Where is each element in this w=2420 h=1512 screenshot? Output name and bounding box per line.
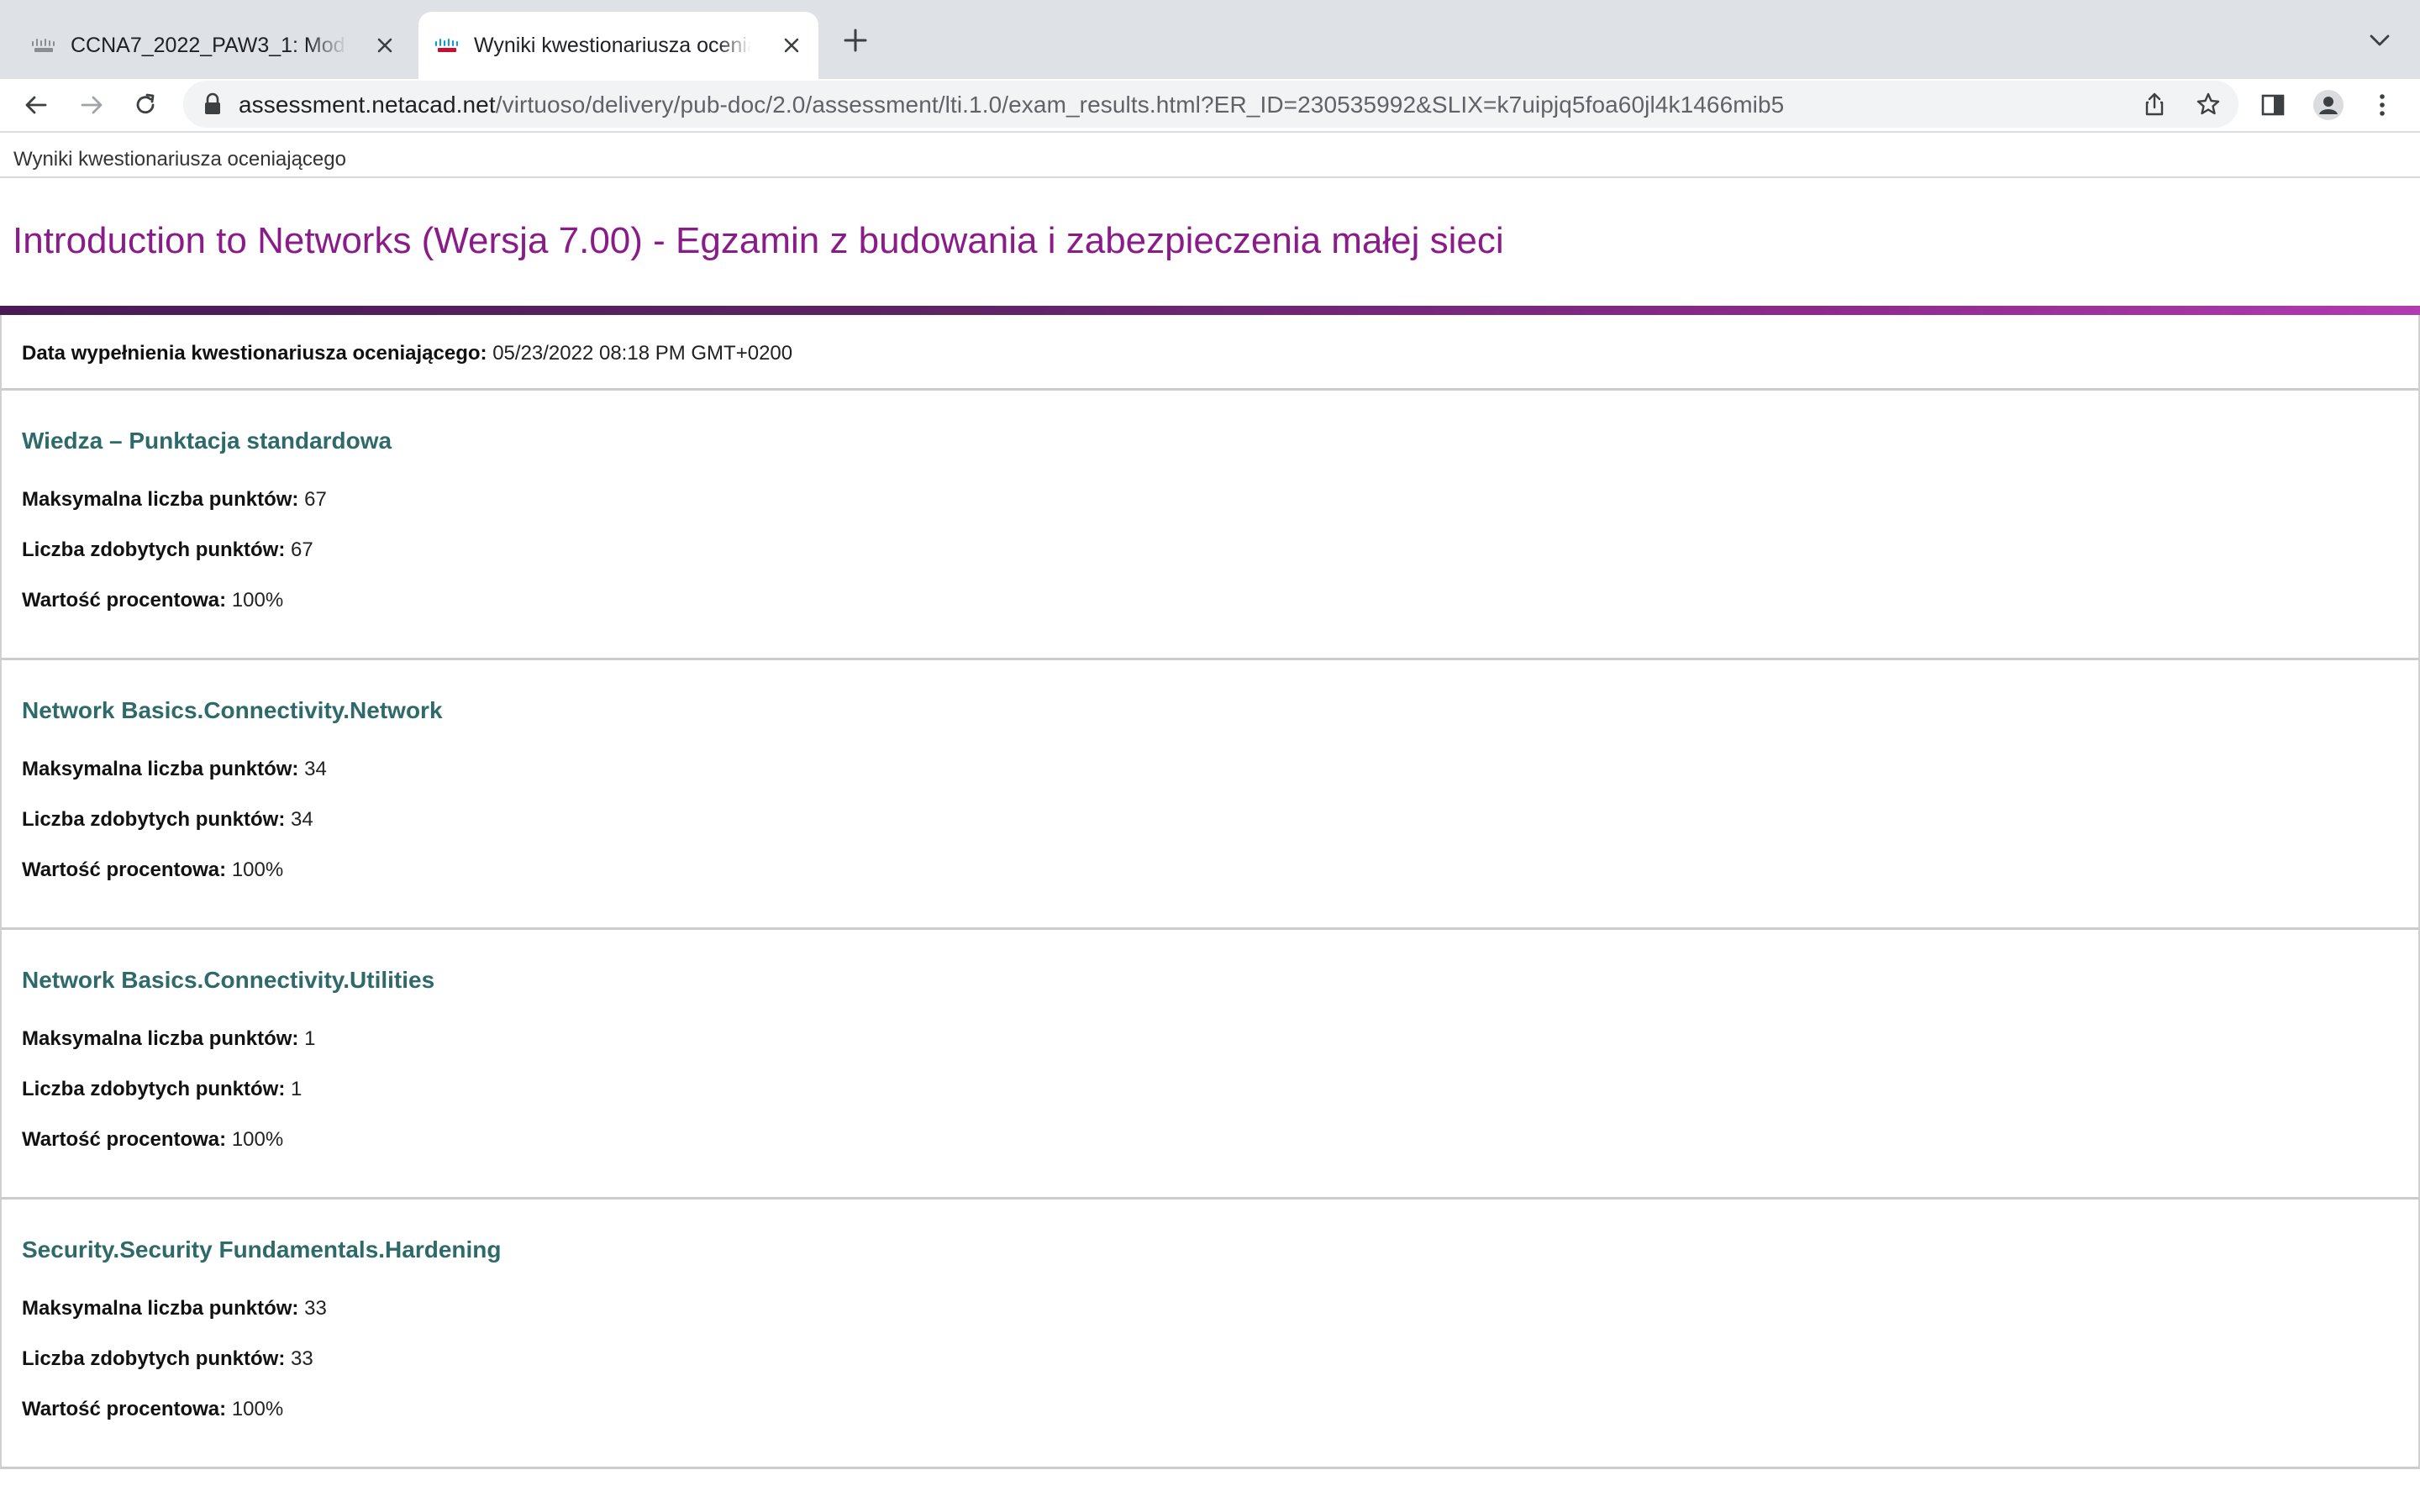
max-points-label: Maksymalna liczba punktów: [22, 1027, 299, 1050]
completion-date: Data wypełnienia kwestionariusza oceniaj… [22, 342, 792, 365]
percent-value: 100% [231, 1398, 284, 1420]
earned-points-label: Liczba zdobytych punktów: [22, 538, 286, 561]
breadcrumb: Wyniki kwestionariusza oceniającego [13, 148, 346, 171]
reload-icon[interactable] [126, 86, 165, 124]
tab-close-icon[interactable] [371, 32, 398, 59]
max-points-label: Maksymalna liczba punktów: [22, 758, 299, 780]
url-host: assessment.netacad.net [239, 92, 496, 118]
url-path: /virtuoso/delivery/pub-doc/2.0/assessmen… [495, 92, 1785, 118]
profile-avatar-icon[interactable] [2309, 86, 2348, 124]
earned-points-value: 34 [291, 808, 313, 831]
browser-toolbar: assessment.netacad.net/virtuoso/delivery… [0, 79, 2420, 133]
max-points-label: Maksymalna liczba punktów: [22, 488, 299, 511]
tab-title: Wyniki kwestionariusza oceniającego [474, 33, 751, 57]
cisco-logo-icon [30, 36, 57, 55]
max-points-row: Maksymalna liczba punktów: 67 [22, 488, 327, 512]
earned-points-value: 1 [291, 1078, 302, 1100]
earned-points-label: Liczba zdobytych punktów: [22, 808, 286, 831]
percent-label: Wartość procentowa: [22, 1398, 227, 1420]
percent-label: Wartość procentowa: [22, 589, 227, 612]
lock-icon[interactable] [202, 92, 224, 116]
score-section: Network Basics.Connectivity.Network Maks… [0, 660, 2420, 930]
section-heading: Security.Security Fundamentals.Hardening [22, 1236, 502, 1263]
accent-bar [0, 306, 2420, 315]
tab-close-icon[interactable] [778, 32, 805, 59]
max-points-value: 34 [304, 758, 327, 780]
completion-date-value: 05/23/2022 08:18 PM GMT+0200 [492, 342, 793, 365]
score-section: Security.Security Fundamentals.Hardening… [0, 1200, 2420, 1469]
max-points-label: Maksymalna liczba punktów: [22, 1297, 299, 1320]
share-icon[interactable] [2138, 87, 2171, 121]
earned-points-label: Liczba zdobytych punktów: [22, 1347, 286, 1370]
tab-strip: CCNA7_2022_PAW3_1: Moduł Wyniki kwestion… [0, 0, 2420, 79]
tab-search-chevron-down-icon[interactable] [2365, 25, 2395, 55]
tab-ccna7-module[interactable]: CCNA7_2022_PAW3_1: Moduł [17, 12, 412, 79]
percent-value: 100% [231, 858, 284, 881]
percent-label: Wartość procentowa: [22, 1128, 227, 1151]
percent-row: Wartość procentowa: 100% [22, 858, 283, 882]
max-points-value: 1 [304, 1027, 316, 1050]
cisco-logo-icon [434, 36, 460, 55]
new-tab-plus-icon[interactable] [839, 24, 872, 57]
divider [0, 176, 2420, 178]
address-bar[interactable]: assessment.netacad.net/virtuoso/delivery… [183, 81, 2238, 128]
max-points-row: Maksymalna liczba punktów: 1 [22, 1027, 315, 1051]
percent-row: Wartość procentowa: 100% [22, 589, 283, 612]
max-points-value: 33 [304, 1297, 327, 1320]
more-vert-icon[interactable] [2363, 86, 2402, 124]
section-heading: Network Basics.Connectivity.Utilities [22, 967, 435, 993]
bookmark-star-icon[interactable] [2191, 87, 2225, 121]
section-heading: Wiedza – Punktacja standardowa [22, 428, 392, 454]
earned-points-row: Liczba zdobytych punktów: 1 [22, 1078, 302, 1101]
earned-points-row: Liczba zdobytych punktów: 67 [22, 538, 313, 562]
max-points-row: Maksymalna liczba punktów: 34 [22, 758, 327, 781]
side-panel-icon[interactable] [2254, 86, 2292, 124]
percent-label: Wartość procentowa: [22, 858, 227, 881]
earned-points-row: Liczba zdobytych punktów: 33 [22, 1347, 313, 1371]
back-arrow-icon[interactable] [17, 86, 55, 124]
max-points-value: 67 [304, 488, 327, 511]
page-title: Introduction to Networks (Wersja 7.00) -… [13, 220, 1504, 261]
section-heading: Network Basics.Connectivity.Network [22, 697, 443, 723]
score-section: Wiedza – Punktacja standardowa Maksymaln… [0, 391, 2420, 660]
percent-row: Wartość procentowa: 100% [22, 1128, 283, 1152]
percent-row: Wartość procentowa: 100% [22, 1398, 283, 1421]
earned-points-value: 67 [291, 538, 313, 561]
url-text[interactable]: assessment.netacad.net/virtuoso/delivery… [239, 92, 1784, 118]
completion-date-label: Data wypełnienia kwestionariusza oceniaj… [22, 342, 487, 365]
max-points-row: Maksymalna liczba punktów: 33 [22, 1297, 327, 1320]
tab-exam-results[interactable]: Wyniki kwestionariusza oceniającego [418, 12, 818, 79]
completion-date-row: Data wypełnienia kwestionariusza oceniaj… [0, 315, 2420, 391]
earned-points-row: Liczba zdobytych punktów: 34 [22, 808, 313, 832]
score-section: Network Basics.Connectivity.Utilities Ma… [0, 930, 2420, 1200]
earned-points-value: 33 [291, 1347, 313, 1370]
forward-arrow-icon[interactable] [72, 86, 111, 124]
tab-title: CCNA7_2022_PAW3_1: Moduł [71, 33, 348, 57]
earned-points-label: Liczba zdobytych punktów: [22, 1078, 286, 1100]
percent-value: 100% [231, 1128, 284, 1151]
percent-value: 100% [231, 589, 284, 612]
